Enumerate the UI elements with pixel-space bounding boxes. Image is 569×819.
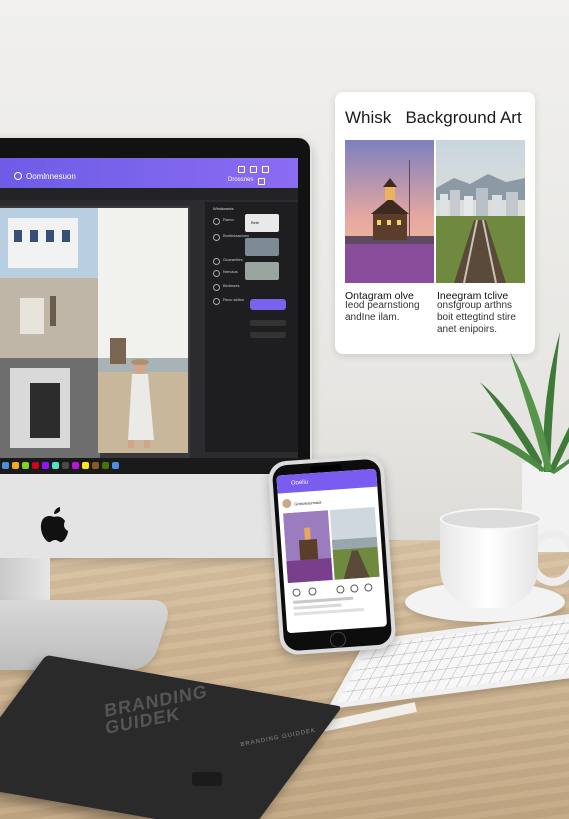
like-icon[interactable]: [292, 588, 301, 597]
window-icon[interactable]: [238, 166, 245, 173]
app-title: Oomlnnesuon: [26, 172, 76, 181]
save-icon[interactable]: [350, 584, 359, 593]
dock-app-icon[interactable]: [62, 462, 69, 469]
phone-user-name: Gntrowsunnaor: [294, 499, 322, 507]
smartphone: Ooeliu Gntrowsunnaor: [267, 454, 397, 656]
dock-app-icon[interactable]: [12, 462, 19, 469]
thumbnail[interactable]: [245, 238, 279, 256]
dock-app-icon[interactable]: [52, 462, 59, 469]
app-logo-icon: [14, 172, 22, 180]
thumbnail[interactable]: [245, 262, 279, 280]
notebook-elastic-band: [192, 772, 222, 786]
top-right-label[interactable]: Drossnes: [228, 177, 253, 183]
apple-logo-icon: [40, 507, 68, 543]
dock-app-icon[interactable]: [22, 462, 29, 469]
dock-app-icon[interactable]: [92, 462, 99, 469]
right-panel: Wlnldownts Ramo Bontiniaaciosn Guarantie…: [205, 202, 298, 452]
more-icon[interactable]: [364, 583, 373, 592]
monitor-stand-base: [0, 600, 174, 670]
toolbar-row: [0, 188, 298, 200]
panel-header: Wlnldownts: [213, 206, 234, 211]
dock-app-icon[interactable]: [42, 462, 49, 469]
phone-post-image: [282, 506, 380, 584]
dropdown[interactable]: [250, 332, 286, 338]
woman-portrait-photo: [98, 208, 188, 453]
caption-line: [293, 596, 354, 604]
caption-line: [293, 607, 364, 616]
dock-app-icon[interactable]: [32, 462, 39, 469]
plant-leaves: [470, 332, 569, 474]
window-icon[interactable]: [262, 166, 269, 173]
thumbnail[interactable]: Bete: [245, 214, 279, 232]
home-button[interactable]: [329, 631, 347, 649]
dock-app-icon[interactable]: [72, 462, 79, 469]
desk-scene: Whisk Background Art Ontagram olve Ieod …: [0, 0, 569, 819]
street-photo-collage: [0, 208, 100, 458]
caption-line: [293, 603, 342, 610]
apply-button[interactable]: [250, 299, 286, 310]
left-caption-body: Ieod pearnstiong andIne ilam.: [345, 300, 420, 323]
avatar[interactable]: [281, 498, 292, 509]
phone-app-title: Ooeliu: [290, 479, 309, 487]
monitor-screen: Oomlnnesuon Drossnes Wlnldownts Ramo Bon…: [0, 158, 298, 458]
card-title: Whisk Background Art: [345, 108, 522, 127]
city-railway-image: [436, 140, 525, 283]
share-icon[interactable]: [336, 585, 345, 594]
share-icon[interactable]: [258, 178, 265, 185]
cup-rim: [440, 508, 542, 530]
dock-app-icon[interactable]: [102, 462, 109, 469]
dock-app-icon[interactable]: [112, 462, 119, 469]
castle-lavender-image: [345, 140, 434, 283]
comment-icon[interactable]: [308, 587, 317, 596]
dock-app-icon[interactable]: [82, 462, 89, 469]
phone-screen: Ooeliu Gntrowsunnaor: [276, 468, 388, 634]
dropdown[interactable]: [250, 320, 286, 326]
dock-app-icon[interactable]: [2, 462, 9, 469]
panel-row[interactable]: Binitnoes: [213, 282, 293, 292]
window-icon[interactable]: [250, 166, 257, 173]
